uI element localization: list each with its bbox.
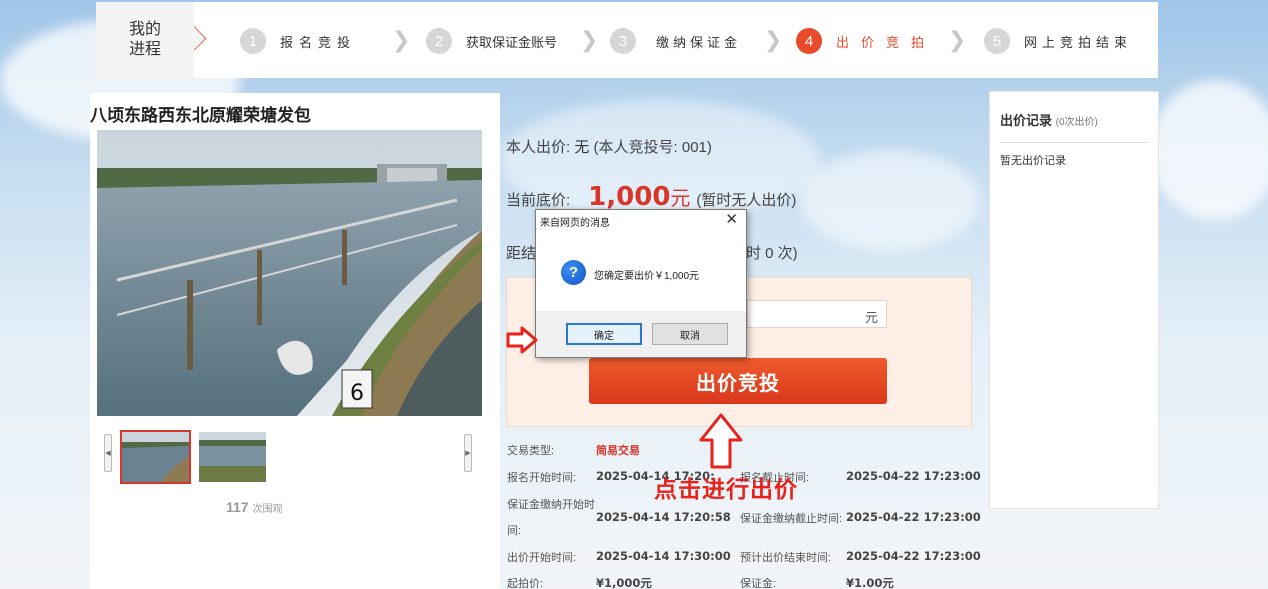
lot-title: 八顷东路西东北原耀荣塘发包 (90, 106, 311, 125)
dialog-footer: 确定 取消 (536, 311, 746, 357)
deposit-label: 保证金: (740, 578, 777, 589)
step-4: 4 出价竞拍 (796, 28, 936, 54)
deposit-end-label: 保证金缴纳截止时间: (740, 513, 843, 525)
my-bid-value: 无 (574, 139, 590, 156)
bid-input-unit: 元 (864, 310, 878, 325)
start-price-value: ¥1,000元 (596, 576, 652, 589)
chevron-right-icon: ❯ (392, 27, 411, 52)
step-3: 3 缴纳保证金 (610, 28, 741, 54)
floor-price-amount: 1,000 (588, 182, 671, 212)
step-number: 2 (426, 28, 452, 54)
reg-end-value: 2025-04-22 17:23:00 (846, 469, 981, 483)
place-bid-button[interactable]: 出价竞投 (589, 358, 887, 404)
my-bid-number: (本人竞投号: 001) (593, 139, 712, 156)
progress-bar: 我的 进程 1 报名竞投 ❯ 2 获取保证金账号 ❯ 3 缴纳保证金 ❯ 4 出… (96, 2, 1158, 78)
view-count-suffix: 次围观 (252, 504, 283, 515)
my-bid-row: 本人出价: 无 (本人竞投号: 001) (506, 136, 712, 157)
step-1: 1 报名竞投 (240, 28, 356, 54)
annotation-text: 点击进行出价 (654, 476, 798, 502)
thumbnail-strip: ◀ ▶ (104, 430, 472, 484)
bid-records-title: 出价记录 (1000, 113, 1053, 128)
dialog-cancel-button[interactable]: 取消 (652, 323, 728, 345)
step-number: 3 (610, 28, 636, 54)
start-price-label: 起拍价: (507, 578, 544, 589)
deposit-start-label-line1: 保证金缴纳开始时 (507, 499, 595, 511)
confirm-dialog: 来自网页的消息 ✕ ? 您确定要出价￥1,000元 确定 取消 (535, 209, 747, 358)
cloud-decoration (800, 150, 980, 250)
deposit-end-value: 2025-04-22 17:23:00 (846, 510, 981, 524)
thumbnail-1[interactable] (120, 430, 191, 484)
dialog-title: 来自网页的消息 (540, 218, 610, 229)
trade-type-value: 简易交易 (596, 445, 640, 457)
reg-start-label: 报名开始时间: (507, 472, 577, 484)
floor-price-unit: 元 (670, 188, 691, 210)
step-label: 获取保证金账号 (466, 34, 558, 50)
step-5: 5 网上竞拍结束 (984, 28, 1132, 54)
chevron-right-icon: ❯ (580, 27, 599, 52)
divider (1000, 142, 1148, 143)
chevron-right-icon: ❯ (948, 27, 967, 52)
step-label: 缴纳保证金 (656, 34, 742, 50)
dialog-ok-button[interactable]: 确定 (566, 323, 642, 345)
view-count-number: 117 (226, 499, 249, 515)
step-number: 4 (796, 28, 822, 54)
countdown-label: 距结 (506, 245, 537, 262)
step-label: 出价竞拍 (836, 34, 937, 50)
thumbnail-image (122, 432, 189, 482)
my-progress-label: 我的 进程 (96, 2, 194, 78)
bid-records-count: (0次出价) (1055, 117, 1098, 128)
my-bid-label: 本人出价: (506, 139, 571, 156)
floor-price-row: 当前底价: 1,000 元 (暂时无人出价) (506, 182, 796, 212)
thumb-prev-button[interactable]: ◀ (104, 434, 112, 472)
deposit-value: ¥1.00元 (846, 576, 894, 589)
lot-main-photo: 6 (97, 130, 482, 416)
view-count: 117 次围观 (226, 499, 282, 515)
thumbnail-2[interactable] (199, 432, 266, 482)
floor-price-label: 当前底价: (506, 192, 571, 209)
step-label: 网上竞拍结束 (1024, 34, 1133, 50)
bid-amount-input[interactable]: 元 (747, 300, 887, 328)
arrow-right-annotation-icon (506, 326, 538, 354)
step-2: 2 获取保证金账号 (426, 28, 557, 54)
bid-start-label: 出价开始时间: (507, 552, 577, 564)
floor-price-note: (暂时无人出价) (696, 192, 797, 209)
deposit-start-value: 2025-04-14 17:20:58 (596, 510, 731, 524)
question-icon: ? (561, 260, 586, 285)
trade-type-label: 交易类型: (507, 445, 555, 457)
step-number: 5 (984, 28, 1010, 54)
thumbnail-image (199, 432, 266, 482)
my-progress-text: 我的 进程 (128, 21, 161, 58)
bid-records-panel: 出价记录 (0次出价) 暂无出价记录 (989, 91, 1159, 509)
dialog-message: 您确定要出价￥1,000元 (594, 271, 700, 282)
bid-end-label: 预计出价结束时间: (740, 552, 832, 564)
chevron-right-icon: ❯ (764, 27, 783, 52)
thumb-next-button[interactable]: ▶ (464, 434, 472, 472)
close-icon[interactable]: ✕ (725, 210, 738, 228)
bid-records-empty: 暂无出价记录 (1000, 155, 1066, 167)
photo-marker: 6 (350, 381, 364, 406)
arrow-up-annotation-icon (699, 413, 743, 469)
step-number: 1 (240, 28, 266, 54)
step-label: 报名竞投 (280, 34, 357, 50)
cloud-decoration (1150, 80, 1268, 220)
bid-end-value: 2025-04-22 17:23:00 (846, 549, 981, 563)
bid-records-header: 出价记录 (0次出价) (1000, 110, 1098, 129)
countdown-tail: 时 0 次) (746, 245, 798, 262)
deposit-start-label-line2: 间: (507, 525, 522, 537)
pond-photo-image: 6 (97, 130, 482, 416)
bid-start-value: 2025-04-14 17:30:00 (596, 549, 731, 563)
